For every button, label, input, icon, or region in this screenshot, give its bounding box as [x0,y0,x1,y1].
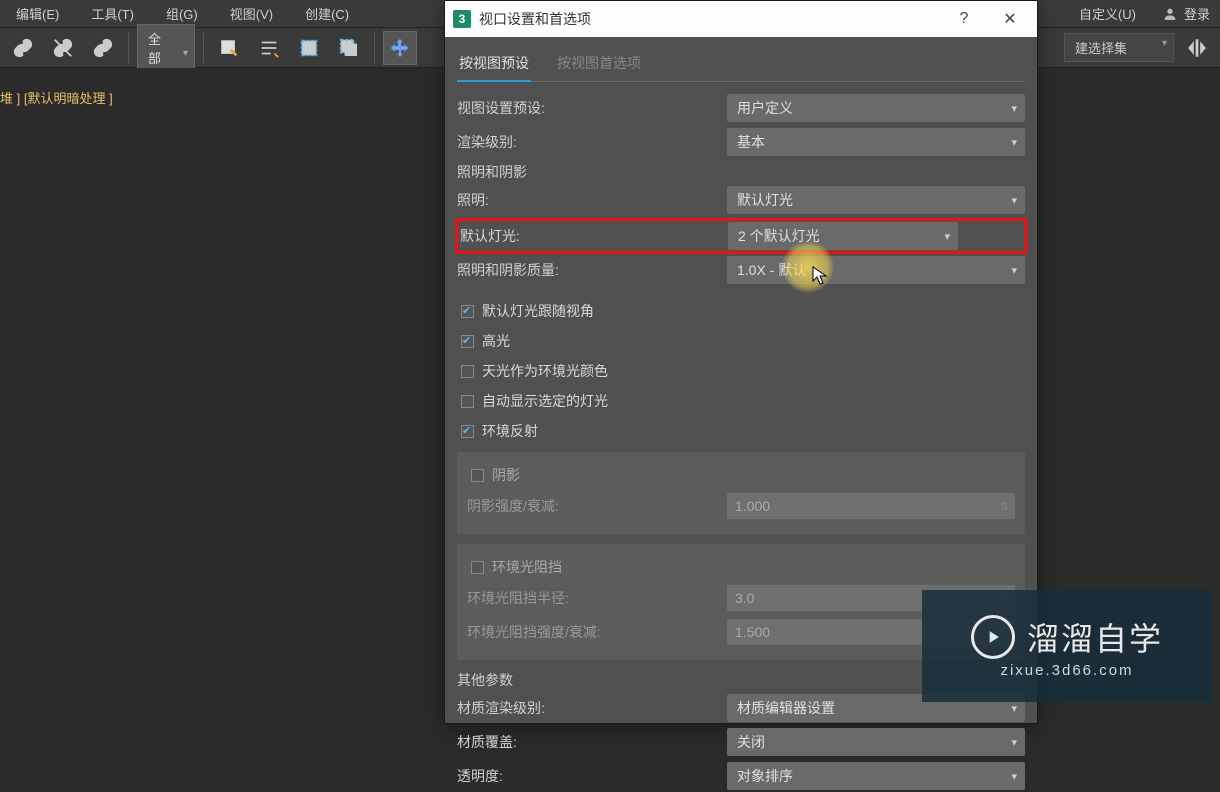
link-icon[interactable] [6,31,40,65]
render-level-label: 渲染级别: [457,132,727,152]
shadow-panel: 阴影 阴影强度/衰减:1.000 [457,452,1025,534]
ao-strength-label: 环境光阻挡强度/衰减: [467,622,727,642]
dialog-titlebar: 3 视口设置和首选项 ? ✕ [445,1,1037,37]
select-by-name-icon[interactable] [252,31,286,65]
cb-env-reflect-label: 环境反射 [482,421,538,441]
login-button[interactable]: 登录 [1152,4,1220,23]
preset-combo[interactable]: 用户定义 [727,94,1025,122]
tabs: 按视图预设 按视图首选项 [457,49,1025,82]
bind-icon[interactable] [86,31,120,65]
default-light-combo[interactable]: 2 个默认灯光 [728,222,958,250]
viewport-label[interactable]: 堆 ] [默认明暗处理 ] [0,88,113,107]
render-level-combo[interactable]: 基本 [727,128,1025,156]
select-region-icon[interactable] [292,31,326,65]
cb-auto-show-light-label: 自动显示选定的灯光 [482,391,608,411]
mat-override-label: 材质覆盖: [457,732,727,752]
watermark-title: 溜溜自学 [1027,614,1163,660]
cb-env-reflect[interactable] [461,425,474,438]
tab-preset[interactable]: 按视图预设 [457,49,531,81]
preset-label: 视图设置预设: [457,98,727,118]
default-light-row-highlight: 默认灯光: 2 个默认灯光 [455,218,1027,254]
tab-prefs[interactable]: 按视图首选项 [555,49,643,81]
select-window-crossing-icon[interactable] [332,31,366,65]
cb-skylight-ambient-label: 天光作为环境光颜色 [482,361,608,381]
cb-follow-view-label: 默认灯光跟随视角 [482,301,594,321]
cb-shadow[interactable] [471,469,484,482]
move-tool-icon[interactable] [383,31,417,65]
menu-customize[interactable]: 自定义(U) [1063,0,1152,27]
menu-edit[interactable]: 编辑(E) [0,0,75,27]
cb-ao-label: 环境光阻挡 [492,557,562,577]
cb-shadow-label: 阴影 [492,465,520,485]
selection-filter-combo[interactable]: 全部 [137,24,195,72]
lighting-section-label: 照明和阴影 [457,162,1025,182]
select-object-icon[interactable] [212,31,246,65]
default-light-label: 默认灯光: [460,226,728,246]
cb-auto-show-light[interactable] [461,395,474,408]
app-icon: 3 [453,10,471,28]
dialog-title: 视口设置和首选项 [479,9,941,29]
mirror-icon[interactable] [1180,31,1214,65]
shadow-falloff-spinner[interactable]: 1.000 [727,493,1015,519]
cb-skylight-ambient[interactable] [461,365,474,378]
cb-highlights-label: 高光 [482,331,510,351]
cb-highlights[interactable] [461,335,474,348]
unlink-icon[interactable] [46,31,80,65]
login-label: 登录 [1184,4,1210,23]
play-icon [971,615,1015,659]
close-button[interactable]: ✕ [987,4,1033,34]
mat-render-label: 材质渲染级别: [457,698,727,718]
lighting-combo[interactable]: 默认灯光 [727,186,1025,214]
ao-radius-label: 环境光阻挡半径: [467,588,727,608]
transparency-combo[interactable]: 对象排序 [727,762,1025,790]
watermark: 溜溜自学 zixue.3d66.com [922,590,1212,702]
cb-ao[interactable] [471,561,484,574]
shadow-falloff-label: 阴影强度/衰减: [467,496,727,516]
quality-combo[interactable]: 1.0X - 默认 [727,256,1025,284]
transparency-label: 透明度: [457,766,727,786]
lighting-label: 照明: [457,190,727,210]
help-button[interactable]: ? [941,4,987,34]
cb-follow-view[interactable] [461,305,474,318]
menu-create[interactable]: 创建(C) [289,0,365,27]
selection-set-combo[interactable]: 建选择集 [1064,33,1174,62]
quality-label: 照明和阴影质量: [457,260,727,280]
mat-override-combo[interactable]: 关闭 [727,728,1025,756]
menu-view[interactable]: 视图(V) [214,0,289,27]
avatar-icon [1162,6,1178,22]
watermark-url: zixue.3d66.com [1000,662,1133,679]
